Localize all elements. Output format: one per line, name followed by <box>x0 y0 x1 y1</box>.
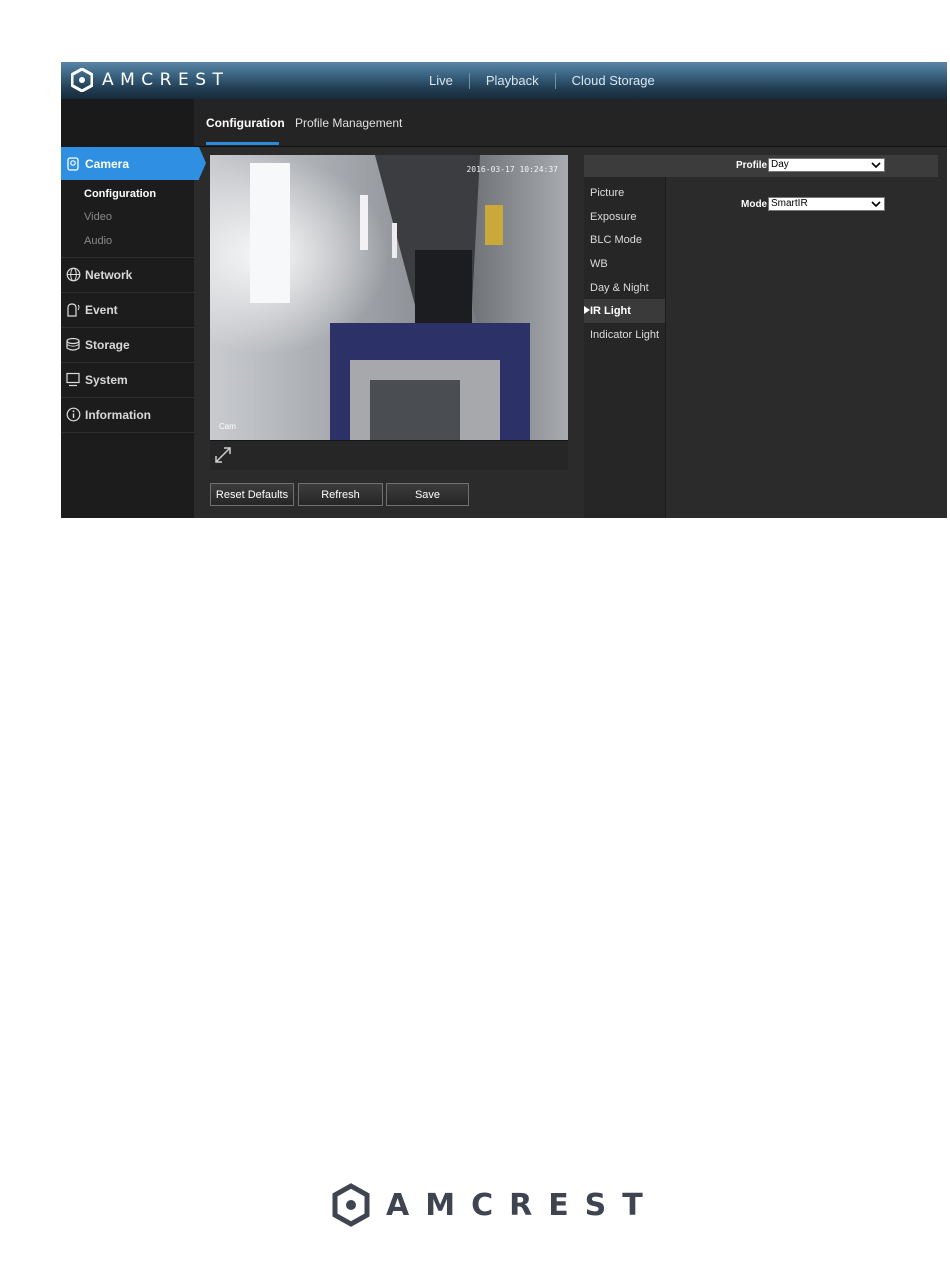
menu-item-blc-mode[interactable]: BLC Mode <box>584 228 665 252</box>
menu-item-exposure[interactable]: Exposure <box>584 205 665 229</box>
chevron-down-icon <box>871 201 881 208</box>
camera-submenu: Configuration Video Audio <box>61 180 194 258</box>
menu-item-indicator-light[interactable]: Indicator Light <box>584 323 665 347</box>
video-channel-label: Cam <box>219 422 236 431</box>
settings-menu: Picture Exposure BLC Mode WB Day & Night… <box>584 177 666 518</box>
active-tab-indicator <box>206 142 279 145</box>
header-logo[interactable]: AMCREST <box>71 68 229 92</box>
storage-icon <box>61 337 85 352</box>
menu-item-day-night[interactable]: Day & Night <box>584 276 665 300</box>
chevron-down-icon <box>871 162 881 169</box>
monitor-icon <box>61 372 85 387</box>
top-navigation: Live Playback Cloud Storage <box>413 62 671 99</box>
amcrest-logo-icon <box>332 1183 370 1227</box>
camera-icon <box>61 156 85 171</box>
mode-select-value: SmartIR <box>771 198 808 209</box>
alarm-icon <box>61 302 85 317</box>
sidebar-item-label: Network <box>85 267 133 282</box>
mode-select[interactable]: SmartIR <box>768 197 885 211</box>
tab-bar-spacer <box>61 99 194 147</box>
profile-select[interactable]: Day <box>768 158 885 172</box>
nav-playback[interactable]: Playback <box>470 73 555 88</box>
sidebar-item-information[interactable]: Information <box>61 398 194 433</box>
menu-item-picture[interactable]: Picture <box>584 181 665 205</box>
nav-cloud-storage[interactable]: Cloud Storage <box>556 73 671 88</box>
sidebar-item-label: Event <box>85 302 118 317</box>
sidebar-item-label: Camera <box>85 156 130 171</box>
video-timestamp: 2016-03-17 10:24:37 <box>466 165 558 174</box>
brand-name: AMCREST <box>102 70 230 90</box>
mode-label: Mode <box>741 199 768 210</box>
web-ui: AMCREST Live Playback Cloud Storage Conf… <box>61 62 947 518</box>
menu-item-ir-light[interactable]: IR Light <box>584 299 665 324</box>
tab-profile-management[interactable]: Profile Management <box>295 116 402 130</box>
sidebar-subitem-audio[interactable]: Audio <box>61 229 194 253</box>
profile-bar: Profile Day <box>584 155 938 177</box>
fullscreen-icon[interactable] <box>214 446 232 469</box>
video-preview-panel: 2016-03-17 10:24:37 Cam <box>210 155 568 470</box>
sidebar-item-network[interactable]: Network <box>61 258 194 293</box>
refresh-button[interactable]: Refresh <box>298 483 383 506</box>
sidebar-item-storage[interactable]: Storage <box>61 328 194 363</box>
profile-select-value: Day <box>771 159 789 170</box>
amcrest-logo-icon <box>71 68 93 92</box>
info-icon <box>61 407 85 422</box>
sidebar-subitem-video[interactable]: Video <box>61 206 194 230</box>
profile-label: Profile <box>736 160 768 171</box>
tab-configuration[interactable]: Configuration <box>206 116 285 130</box>
sidebar-item-label: System <box>85 372 128 387</box>
video-toolbar <box>210 440 568 470</box>
footer-brand-name: AMCREST <box>386 1187 659 1223</box>
sidebar-item-label: Storage <box>85 337 130 352</box>
video-frame-image <box>210 155 568 440</box>
sidebar-item-camera[interactable]: Camera <box>61 147 206 180</box>
save-button[interactable]: Save <box>386 483 469 506</box>
sidebar-item-system[interactable]: System <box>61 363 194 398</box>
footer-logo: AMCREST <box>332 1183 659 1227</box>
tab-bar: Configuration Profile Management <box>61 99 947 147</box>
globe-icon <box>61 267 85 282</box>
sidebar-item-event[interactable]: Event <box>61 293 194 328</box>
live-video-feed[interactable]: 2016-03-17 10:24:37 Cam <box>210 155 568 440</box>
sidebar: Camera Configuration Video Audio Network… <box>61 147 206 518</box>
reset-defaults-button[interactable]: Reset Defaults <box>210 483 294 506</box>
nav-live[interactable]: Live <box>413 73 469 88</box>
sidebar-item-label: Information <box>85 407 151 422</box>
sidebar-subitem-configuration[interactable]: Configuration <box>61 182 194 206</box>
menu-item-wb[interactable]: WB <box>584 252 665 276</box>
top-bar: AMCREST Live Playback Cloud Storage <box>61 62 947 99</box>
